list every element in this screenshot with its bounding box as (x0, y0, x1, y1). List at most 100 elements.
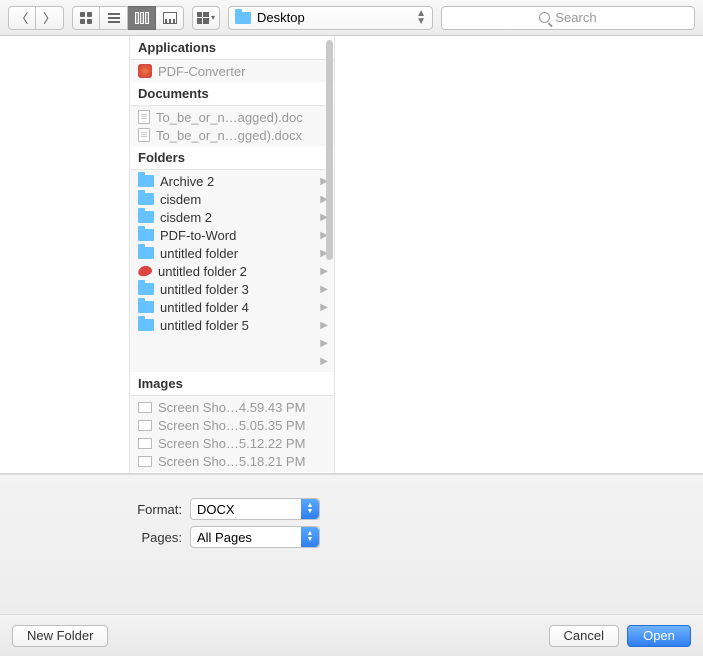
list-item-label: PDF-to-Word (160, 228, 236, 243)
back-button[interactable]: 〈 (8, 6, 36, 30)
folder-icon (138, 283, 154, 295)
view-icon-button[interactable] (72, 6, 100, 30)
list-item[interactable]: PDF-to-Word▶ (130, 226, 334, 244)
group-body: Archive 2▶cisdem▶cisdem 2▶PDF-to-Word▶un… (130, 170, 334, 372)
location-popup[interactable]: Desktop ▲▼ (228, 6, 433, 30)
image-icon (138, 438, 152, 449)
disclosure-arrow-icon: ▶ (320, 320, 328, 331)
folder-icon (138, 247, 154, 259)
list-item[interactable]: ▶ (130, 334, 334, 352)
view-list-button[interactable] (100, 6, 128, 30)
browser-column-3 (535, 36, 703, 473)
list-icon (108, 13, 120, 23)
group-header: Documents (130, 82, 334, 106)
list-item[interactable]: untitled folder▶ (130, 244, 334, 262)
view-column-button[interactable] (128, 6, 156, 30)
arrange-button[interactable]: ▾ (192, 6, 220, 30)
list-item-label: untitled folder 4 (160, 300, 249, 315)
list-item: Screen Sho…5.18.21 PM (130, 452, 334, 470)
format-select[interactable]: DOCX ▲▼ (190, 498, 320, 520)
new-folder-button[interactable]: New Folder (12, 625, 108, 647)
forward-button[interactable]: 〉 (36, 6, 64, 30)
pages-select[interactable]: All Pages ▲▼ (190, 526, 320, 548)
list-item[interactable]: untitled folder 3▶ (130, 280, 334, 298)
search-field[interactable]: Search (441, 6, 695, 30)
updown-icon: ▲▼ (301, 527, 319, 547)
folder-icon (235, 12, 251, 24)
pages-label: Pages: (0, 530, 190, 545)
group-body: Screen Sho…4.59.43 PM Screen Sho…5.05.35 … (130, 396, 334, 472)
disclosure-arrow-icon: ▶ (320, 302, 328, 313)
list-item-label: PDF-Converter (158, 64, 245, 79)
list-item[interactable]: untitled folder 4 ▶ (130, 298, 334, 316)
view-mode-buttons (72, 6, 184, 30)
list-item: Screen Sho…5.05.35 PM (130, 416, 334, 434)
image-icon (138, 456, 152, 467)
document-icon (138, 128, 150, 142)
search-placeholder: Search (555, 10, 596, 25)
image-icon (138, 420, 152, 431)
list-item[interactable]: ▶ (130, 352, 334, 370)
chevron-down-icon: ▾ (211, 13, 215, 22)
app-icon (138, 64, 152, 78)
cancel-button[interactable]: Cancel (549, 625, 619, 647)
bottom-bar: New Folder Cancel Open (0, 614, 703, 656)
updown-icon: ▲▼ (416, 10, 426, 26)
list-item-label: untitled folder (160, 246, 238, 261)
list-item-label: cisdem 2 (160, 210, 212, 225)
list-item[interactable]: cisdem 2▶ (130, 208, 334, 226)
list-item-label: Screen Sho…5.18.21 PM (158, 454, 305, 469)
search-icon (539, 12, 550, 23)
list-item: PDF-Converter (130, 62, 334, 80)
format-value: DOCX (197, 502, 235, 517)
chevron-left-icon: 〈 (15, 8, 28, 27)
list-item[interactable]: untitled folder 5 ▶ (130, 316, 334, 334)
list-item-label: Archive 2 (160, 174, 214, 189)
toolbar: 〈 〉 ▾ Desktop ▲▼ Search (0, 0, 703, 36)
folder-icon (138, 211, 154, 223)
tagged-folder-icon (137, 264, 153, 277)
folder-icon (138, 319, 154, 331)
image-icon (138, 402, 152, 413)
disclosure-arrow-icon: ▶ (320, 356, 328, 367)
list-item[interactable]: untitled folder 2▶ (130, 262, 334, 280)
group-header: Images (130, 372, 334, 396)
grid-icon (80, 12, 92, 24)
list-item: To_be_or_n…gged).docx (130, 126, 334, 144)
folder-icon (138, 301, 154, 313)
chevron-right-icon: 〉 (43, 8, 56, 27)
view-coverflow-button[interactable] (156, 6, 184, 30)
options-panel: Format: DOCX ▲▼ Pages: All Pages ▲▼ (0, 474, 703, 614)
list-item-label: untitled folder 3 (160, 282, 249, 297)
list-item-label: To_be_or_n…gged).docx (156, 128, 302, 143)
scrollbar[interactable] (326, 40, 333, 260)
group-body: To_be_or_n…agged).doc To_be_or_n…gged).do… (130, 106, 334, 146)
list-item-label: To_be_or_n…agged).doc (156, 110, 303, 125)
nav-buttons: 〈 〉 (8, 6, 64, 30)
group-header: Folders (130, 146, 334, 170)
list-item-label: Screen Sho…5.05.35 PM (158, 418, 305, 433)
location-label: Desktop (257, 10, 305, 25)
document-icon (138, 110, 150, 124)
disclosure-arrow-icon: ▶ (320, 338, 328, 349)
list-item-label: Screen Sho…5.12.22 PM (158, 436, 305, 451)
browser-column-2 (335, 36, 535, 473)
columns-icon (135, 12, 149, 24)
list-item-label: untitled folder 2 (158, 264, 247, 279)
list-item[interactable]: Archive 2▶ (130, 172, 334, 190)
folder-icon (138, 229, 154, 241)
group-body: PDF-Converter (130, 60, 334, 82)
list-item: To_be_or_n…agged).doc (130, 108, 334, 126)
file-browser: ApplicationsPDF-ConverterDocumentsTo_be_… (0, 36, 703, 474)
list-item-label: cisdem (160, 192, 201, 207)
arrange-icon (197, 12, 209, 24)
browser-column-0 (0, 36, 130, 473)
open-button[interactable]: Open (627, 625, 691, 647)
group-header: Applications (130, 36, 334, 60)
list-item[interactable]: cisdem▶ (130, 190, 334, 208)
list-item-label: Screen Sho…4.59.43 PM (158, 400, 305, 415)
list-item-label: untitled folder 5 (160, 318, 249, 333)
list-item: Screen Sho…5.12.22 PM (130, 434, 334, 452)
pages-value: All Pages (197, 530, 252, 545)
list-item: Screen Sho…4.59.43 PM (130, 398, 334, 416)
